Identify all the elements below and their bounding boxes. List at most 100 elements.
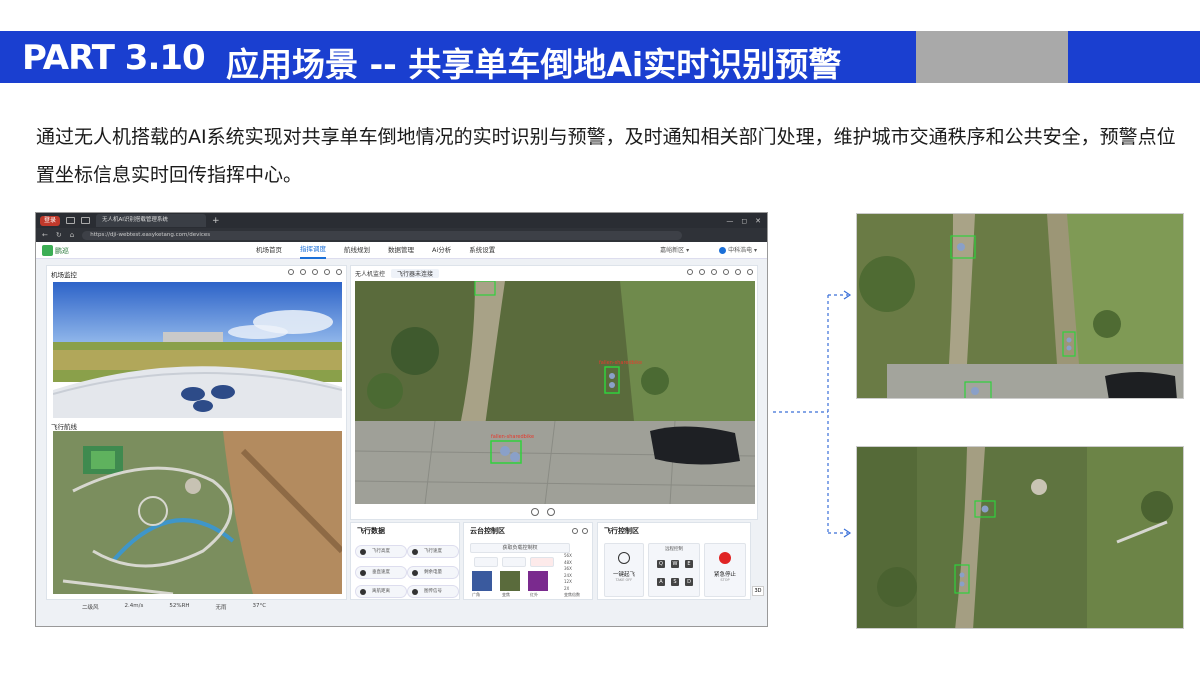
- menu-item-home[interactable]: 机场首页: [256, 242, 282, 259]
- region-select[interactable]: 嘉峪新区 ▾: [660, 242, 689, 259]
- key-s[interactable]: S: [671, 578, 679, 586]
- drone-live-feed: fallen-sharedbike fallen-sharedbike: [355, 281, 755, 504]
- expand-icon[interactable]: [336, 269, 342, 275]
- refresh-icon[interactable]: [288, 269, 294, 275]
- thumb-label-zoom: 变焦: [502, 592, 510, 597]
- browser-tab-bar: 登录 无人机AI识别搭载管理系统 + — ◻ ✕: [36, 213, 767, 228]
- thermal-camera-thumb[interactable]: [528, 571, 548, 591]
- detection-photo-2: [856, 446, 1184, 629]
- menu-item-dispatch[interactable]: 指挥调度: [300, 242, 326, 259]
- thumb-label-ir: 红外: [530, 592, 538, 597]
- capture-icon[interactable]: [735, 269, 741, 275]
- home-point-icon[interactable]: [547, 508, 555, 516]
- logo-text: 鹏巡: [55, 246, 69, 255]
- airport-camera-view: [53, 282, 342, 418]
- 3d-toggle-button[interactable]: 3D: [752, 586, 764, 596]
- fullscreen-icon[interactable]: [747, 269, 753, 275]
- tab-group-icon[interactable]: [66, 217, 76, 224]
- wind-speed: 2.4m/s: [124, 603, 144, 609]
- gimbal-control-panel: 云台控制区 获取负载控制权 广角 变焦 红外 56X 48X 36X 24X 1…: [463, 522, 593, 600]
- refresh-icon[interactable]: [687, 269, 693, 275]
- joystick-icon[interactable]: [531, 508, 539, 516]
- login-tab-pill[interactable]: 登录: [40, 215, 61, 226]
- close-window-button[interactable]: ✕: [755, 217, 761, 225]
- reset-icon[interactable]: [572, 528, 578, 534]
- key-e[interactable]: E: [685, 560, 693, 568]
- rain-status: 无雨: [215, 605, 227, 611]
- tab-drone-monitor[interactable]: 无人机监控: [355, 269, 385, 278]
- settings-icon[interactable]: [699, 269, 705, 275]
- vertical-speed-chip: 垂直速度: [355, 566, 407, 579]
- drone-feed-tabs: 无人机监控 飞行器未连接: [351, 266, 443, 281]
- key-d[interactable]: D: [685, 578, 693, 586]
- key-q[interactable]: Q: [657, 560, 665, 568]
- home-icon[interactable]: ⌂: [70, 231, 74, 239]
- key-w[interactable]: W: [671, 560, 679, 568]
- zoom-scale[interactable]: 56X 48X 36X 24X 12X 2X 变焦倍数: [564, 553, 580, 599]
- url-field[interactable]: https://dji-webtest.easyketang.com/devic…: [82, 230, 683, 240]
- temperature: 37°C: [252, 603, 267, 609]
- takeoff-button[interactable]: 一键起飞 TAKE OFF: [604, 543, 644, 597]
- tab-drone-status[interactable]: 飞行器未连接: [391, 269, 440, 278]
- maximize-button[interactable]: ◻: [741, 217, 747, 225]
- weather-status-bar: 二级风 2.4m/s 52%RH 无雨 37°C: [82, 603, 266, 611]
- app-logo[interactable]: 鹏巡: [42, 245, 69, 256]
- thumb-label-wide: 广角: [472, 592, 480, 597]
- distance-chip: 离航距离: [355, 585, 407, 598]
- menu-item-system-settings[interactable]: 系统设置: [469, 242, 495, 259]
- back-icon[interactable]: ←: [42, 231, 48, 239]
- description-text: 通过无人机搭载的AI系统实现对共享单车倒地情况的实时识别与预警，及时通知相关部门…: [36, 126, 1176, 186]
- fullscreen-icon[interactable]: [324, 269, 330, 275]
- nav-right: 嘉峪新区 ▾ 中科浩电 ▾: [660, 242, 757, 259]
- settings-icon[interactable]: [582, 528, 588, 534]
- key-a[interactable]: A: [657, 578, 665, 586]
- flight-control-panel: 飞行控制区 一键起飞 TAKE OFF 远程控制 Q W E A S D 紧急停…: [597, 522, 751, 600]
- dashed-connector: [773, 290, 852, 538]
- record-icon[interactable]: [312, 269, 318, 275]
- gimbal-mode-button[interactable]: [474, 557, 498, 567]
- record-icon[interactable]: [711, 269, 717, 275]
- settings-icon[interactable]: [300, 269, 306, 275]
- detection-label: fallen-sharedbike: [599, 360, 642, 366]
- zoom-label: 变焦倍数: [564, 592, 580, 597]
- flight-data-title: 飞行数据: [357, 527, 385, 535]
- new-tab-button[interactable]: +: [212, 216, 220, 226]
- tab-list-icon[interactable]: [81, 217, 91, 224]
- gimbal-record-button[interactable]: [530, 557, 554, 567]
- browser-address-bar: ← ↻ ⌂ https://dji-webtest.easyketang.com…: [36, 228, 767, 242]
- route-satellite-map[interactable]: [53, 431, 342, 594]
- header-gray-block: [916, 31, 1068, 83]
- part-label: PART 3.10: [22, 38, 206, 78]
- car-icon: [1105, 372, 1177, 398]
- detection-photo-1: [856, 213, 1184, 399]
- takeoff-en-label: TAKE OFF: [615, 578, 633, 582]
- menu-item-route-planning[interactable]: 航线规划: [344, 242, 370, 259]
- browser-active-tab[interactable]: 无人机AI识别搭载管理系统: [96, 214, 207, 227]
- refresh-icon[interactable]: ↻: [56, 231, 62, 239]
- stop-icon: [719, 552, 731, 564]
- gimbal-center-button[interactable]: [502, 557, 526, 567]
- acquire-control-button[interactable]: 获取负载控制权: [470, 543, 570, 553]
- header-blue-block: [1068, 31, 1200, 83]
- drone-monitor-panel: 无人机监控 飞行器未连接 fallen-sharedbike fallen-sh…: [350, 265, 758, 520]
- minimize-button[interactable]: —: [726, 217, 733, 225]
- car-icon: [650, 426, 740, 465]
- user-menu[interactable]: 中科浩电 ▾: [719, 242, 757, 259]
- altitude-chip: 飞行高度: [355, 545, 407, 558]
- wide-camera-thumb[interactable]: [472, 571, 492, 591]
- emergency-stop-button[interactable]: 紧急停止 STOP: [704, 543, 746, 597]
- drone-icon: [618, 552, 630, 564]
- speed-chip: 飞行速度: [407, 545, 459, 558]
- user-name: 中科浩电 ▾: [728, 247, 757, 254]
- panel-toolbar: [288, 269, 342, 275]
- flight-data-panel: 飞行数据 飞行高度 飞行速度 垂直速度 剩余电量 离航距离 图传信号: [350, 522, 460, 600]
- zoom-camera-thumb[interactable]: [500, 571, 520, 591]
- feed-toolbar: [687, 269, 753, 275]
- menu-item-ai-analysis[interactable]: Ai分析: [432, 242, 451, 259]
- detection-label: fallen-sharedbike: [491, 434, 534, 440]
- play-icon[interactable]: [723, 269, 729, 275]
- user-avatar-icon: [719, 247, 727, 254]
- window-controls: — ◻ ✕: [726, 217, 767, 225]
- menu-item-data-management[interactable]: 数据管理: [388, 242, 414, 259]
- flight-control-title: 飞行控制区: [604, 527, 639, 535]
